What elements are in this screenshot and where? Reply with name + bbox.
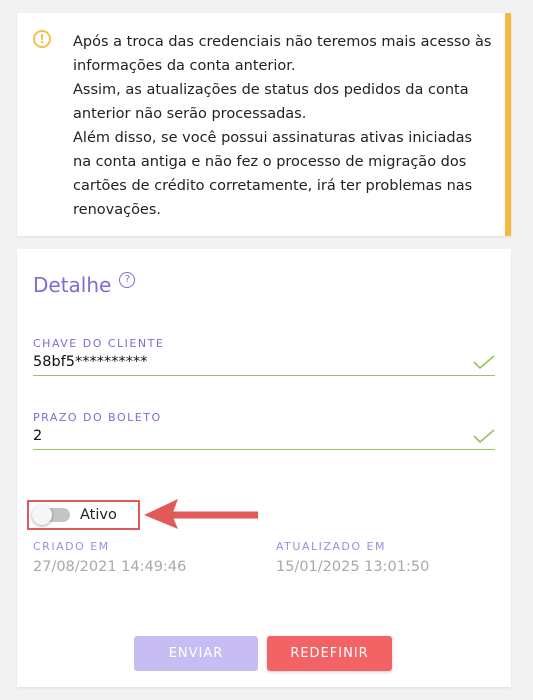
created-at-value: 27/08/2021 14:49:46 [33,559,187,575]
boleto-term-field[interactable]: PRAZO DO BOLETO 2 [33,411,495,450]
warning-line: Além disso, se você possui assinaturas a… [73,130,473,218]
detail-card: Detalhe ? CHAVE DO CLIENTE 58bf5********… [17,249,511,687]
check-icon [473,355,495,369]
client-key-input[interactable]: 58bf5********** [33,354,495,376]
boleto-term-value: 2 [33,428,43,444]
updated-at: ATUALIZADO EM 15/01/2025 13:01:50 [276,540,429,575]
client-key-field[interactable]: CHAVE DO CLIENTE 58bf5********** [33,337,495,376]
detail-title: Detalhe ? [33,272,136,297]
warning-message: Após a troca das credenciais não teremos… [73,30,493,222]
boleto-term-input[interactable]: 2 [33,428,495,450]
boleto-term-label: PRAZO DO BOLETO [33,411,162,424]
warning-line: Após a troca das credenciais não teremos… [73,34,492,74]
alert-circle-icon: ! [33,30,51,48]
client-key-label: CHAVE DO CLIENTE [33,337,165,350]
toggle-knob[interactable] [32,505,52,525]
created-at: CRIADO EM 27/08/2021 14:49:46 [33,540,186,575]
reset-button[interactable]: REDEFINIR [267,636,392,671]
warning-card: ! Após a troca das credenciais não terem… [17,13,511,236]
check-icon [473,429,495,443]
toggle-switch[interactable] [32,505,70,525]
toggle-label: Ativo [80,507,117,523]
warning-line: Assim, as atualizações de status dos ped… [73,82,469,122]
detail-title-text: Detalhe [33,273,112,297]
annotation-arrow-icon [144,499,258,529]
help-circle-icon[interactable]: ? [119,272,136,288]
created-at-label: CRIADO EM [33,540,110,553]
updated-at-value: 15/01/2025 13:01:50 [276,559,430,575]
updated-at-label: ATUALIZADO EM [276,540,386,553]
active-toggle[interactable]: Ativo [27,500,140,530]
submit-button[interactable]: ENVIAR [134,636,258,671]
client-key-value: 58bf5********** [33,354,148,370]
